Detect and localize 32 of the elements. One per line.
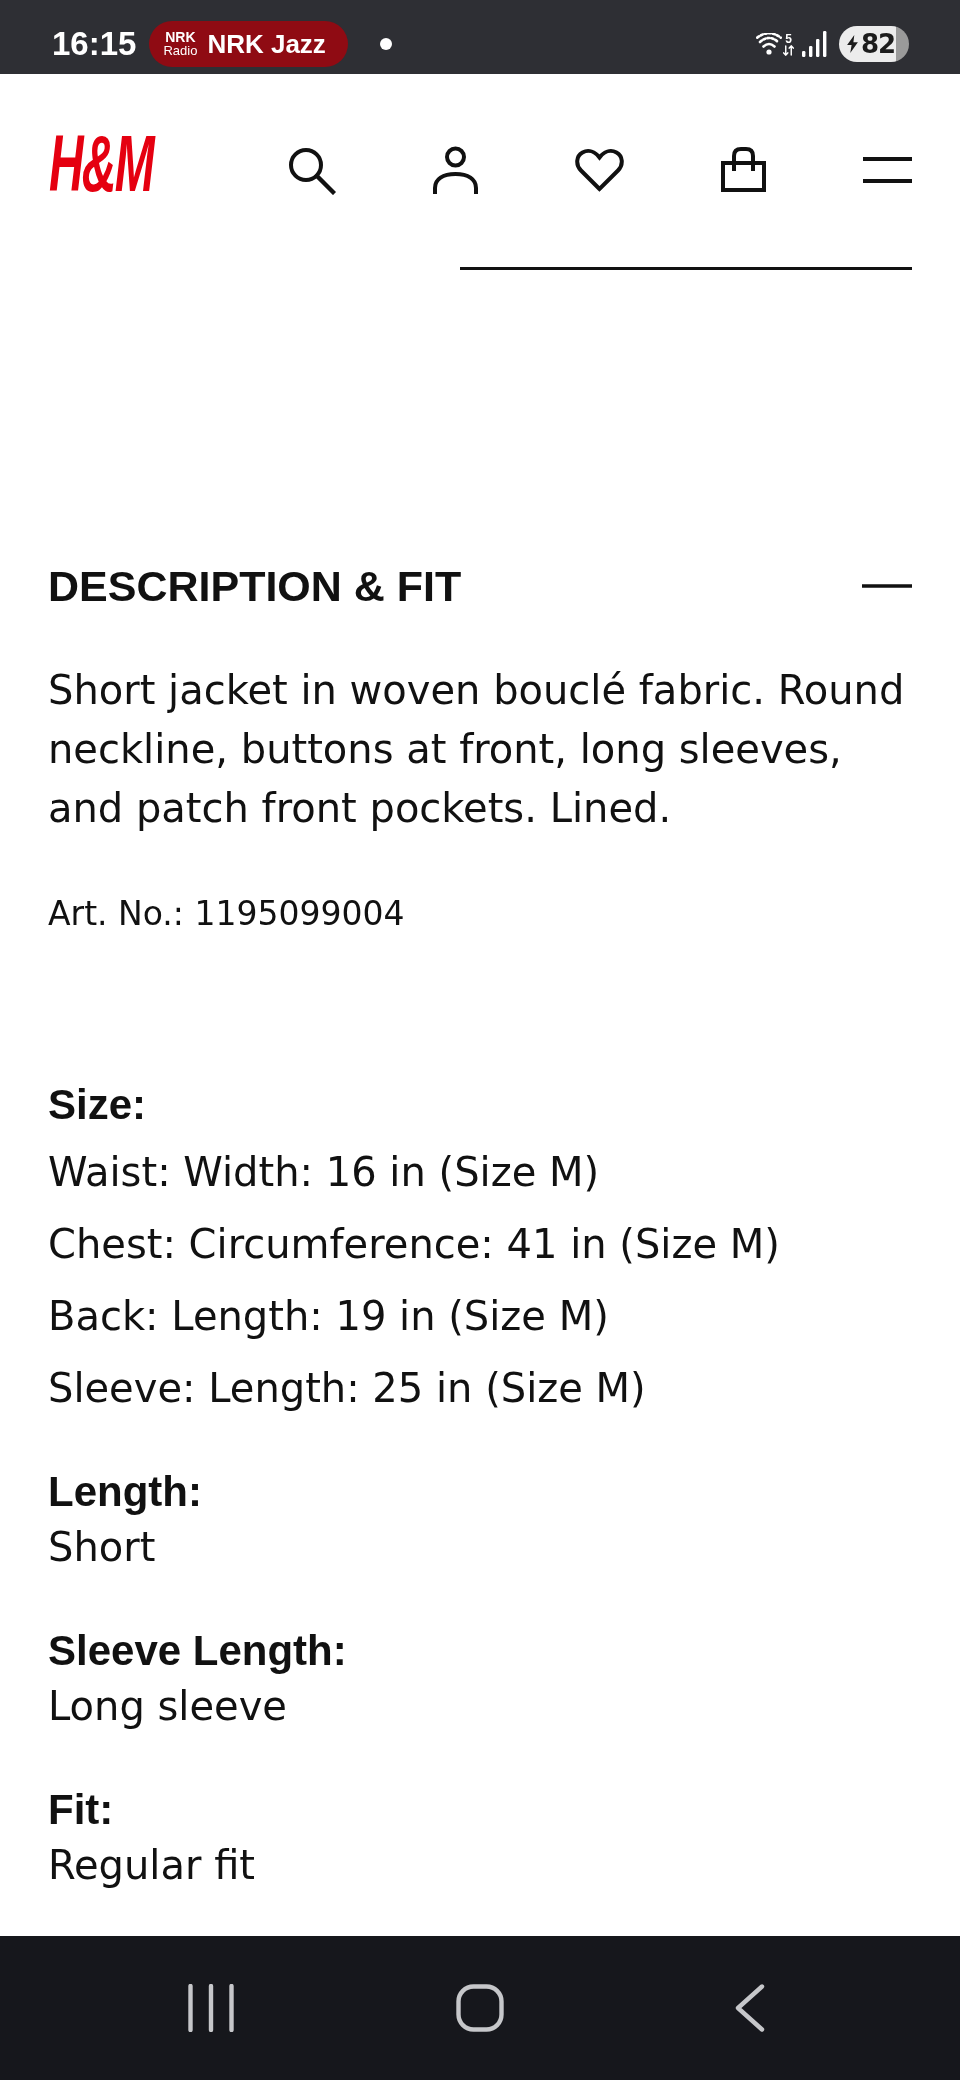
detail-label: Fit: xyxy=(48,1785,114,1835)
article-number: Art. No.: 1195099004 xyxy=(48,894,405,934)
data-transfer-icon xyxy=(783,44,794,56)
detail-value: Sleeve: Length: 25 in (Size M) xyxy=(48,1364,646,1413)
search-icon[interactable] xyxy=(287,145,336,195)
notification-dot-icon xyxy=(379,38,392,50)
detail-label: Size: xyxy=(48,1080,147,1130)
wifi-generation-label: 5 xyxy=(785,32,792,45)
home-icon[interactable] xyxy=(456,1984,504,2032)
person-icon[interactable] xyxy=(431,145,480,195)
radio-logo-wordmark: NRK xyxy=(165,30,196,44)
recent-apps-icon[interactable] xyxy=(188,1984,234,2032)
radio-logo-caption: Radio xyxy=(163,44,198,58)
status-time: 16:15 xyxy=(52,24,137,64)
detail-value: Waist: Width: 16 in (Size M) xyxy=(48,1148,600,1197)
back-icon[interactable] xyxy=(735,1984,765,2032)
signal-icon xyxy=(802,31,827,57)
wifi-icon xyxy=(756,33,782,55)
description-text: Short jacket in woven bouclé fabric. Round neckline, buttons at front, long sleeves, and patch front pockets. Lined. xyxy=(48,666,906,833)
detail-value: Chest: Circumference: 41 in (Size M) xyxy=(48,1220,780,1269)
detail-value: Long sleeve xyxy=(48,1682,287,1731)
detail-value: Back: Length: 19 in (Size M) xyxy=(48,1292,609,1341)
shopping-bag-icon[interactable] xyxy=(719,145,768,195)
section-toggle[interactable]: DESCRIPTION & FIT xyxy=(48,561,912,611)
menu-icon[interactable] xyxy=(863,157,912,183)
bolt-icon xyxy=(846,35,858,53)
detail-label: Sleeve Length: xyxy=(48,1626,347,1676)
detail-value: Regular fit xyxy=(48,1841,255,1890)
battery-percent: 82 xyxy=(860,29,896,59)
detail-label: Length: xyxy=(48,1467,202,1517)
media-title: NRK Jazz xyxy=(207,28,326,60)
detail-value: Short xyxy=(48,1523,156,1572)
